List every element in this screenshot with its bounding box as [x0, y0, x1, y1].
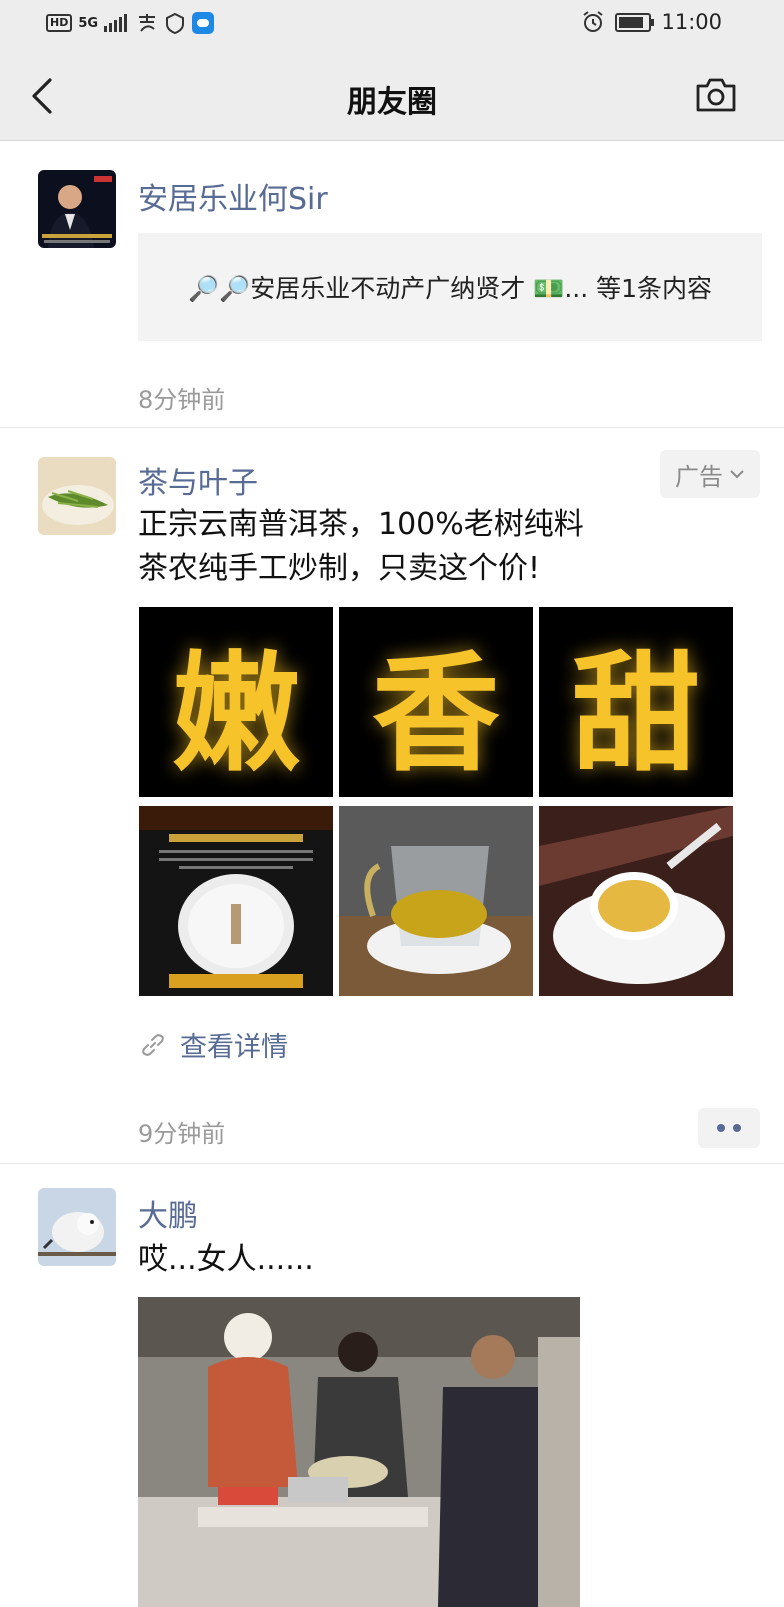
avatar[interactable] [38, 170, 116, 248]
cloud-app-icon [192, 12, 215, 34]
grid-char: 甜 [539, 607, 733, 797]
battery-icon [615, 12, 655, 32]
author-name[interactable]: 安居乐业何Sir [138, 174, 328, 218]
shield-app-icon [166, 12, 185, 34]
grid-char: 香 [339, 607, 533, 797]
tea-cup-image [539, 806, 733, 996]
view-details-label: 查看详情 [180, 1032, 288, 1063]
more-actions-button[interactable] [698, 1108, 760, 1148]
shop-scene-image [138, 1297, 580, 1607]
post-time: 8分钟前 [138, 386, 226, 414]
hd-badge: HD [46, 14, 73, 32]
signal-icon [104, 14, 128, 32]
view-details-link[interactable]: 查看详情 [140, 1025, 288, 1064]
video-thumbnail[interactable] [138, 1297, 580, 1607]
status-bar: HD 5G 11:00 [0, 0, 784, 50]
camera-icon[interactable] [694, 76, 738, 114]
grid-image-3[interactable]: 甜 [539, 607, 733, 797]
post-time: 9分钟前 [138, 1120, 226, 1148]
grid-image-2[interactable]: 香 [339, 607, 533, 797]
dot-icon [733, 1124, 741, 1132]
tea-pitcher-image [339, 806, 533, 996]
author-name[interactable]: 茶与叶子 [138, 458, 258, 502]
post-text-line: 正宗云南普洱茶，100%老树纯料 [138, 507, 584, 542]
divider [0, 427, 784, 428]
grid-image-5[interactable] [339, 806, 533, 996]
status-left: HD 5G [46, 12, 215, 34]
link-icon [142, 1033, 164, 1056]
tea-cake-image [139, 806, 333, 996]
avatar[interactable] [38, 457, 116, 535]
clock-time: 11:00 [661, 10, 722, 34]
alarm-icon [583, 11, 604, 32]
post-text: 正宗云南普洱茶，100%老树纯料 茶农纯手工炒制，只卖这个价! [138, 503, 584, 591]
network-type: 5G [78, 15, 99, 31]
avatar[interactable] [38, 1188, 116, 1266]
grid-image-4[interactable] [139, 806, 333, 996]
shared-content-text: 🔎🔎安居乐业不动产广纳贤才 💵... 等1条内容 [187, 274, 713, 303]
dot-icon [717, 1124, 725, 1132]
nav-bar: 朋友圈 [0, 50, 784, 141]
divider [0, 1163, 784, 1164]
ad-label: 广告 [675, 462, 723, 491]
chevron-down-icon [730, 470, 744, 479]
status-right: 11:00 [581, 10, 722, 34]
author-name[interactable]: 大鹏 [138, 1191, 198, 1235]
grid-image-6[interactable] [539, 806, 733, 996]
grid-char: 嫩 [139, 607, 333, 797]
page-title: 朋友圈 [347, 85, 437, 120]
alipay-icon [139, 14, 156, 32]
ad-badge[interactable]: 广告 [660, 450, 760, 498]
post-text: 哎...女人...... [138, 1242, 314, 1277]
grid-image-1[interactable]: 嫩 [139, 607, 333, 797]
shared-content-card[interactable]: 🔎🔎安居乐业不动产广纳贤才 💵... 等1条内容 [138, 233, 762, 341]
post-text-line: 茶农纯手工炒制，只卖这个价! [138, 551, 541, 586]
image-grid: 嫩 香 甜 [139, 607, 733, 996]
